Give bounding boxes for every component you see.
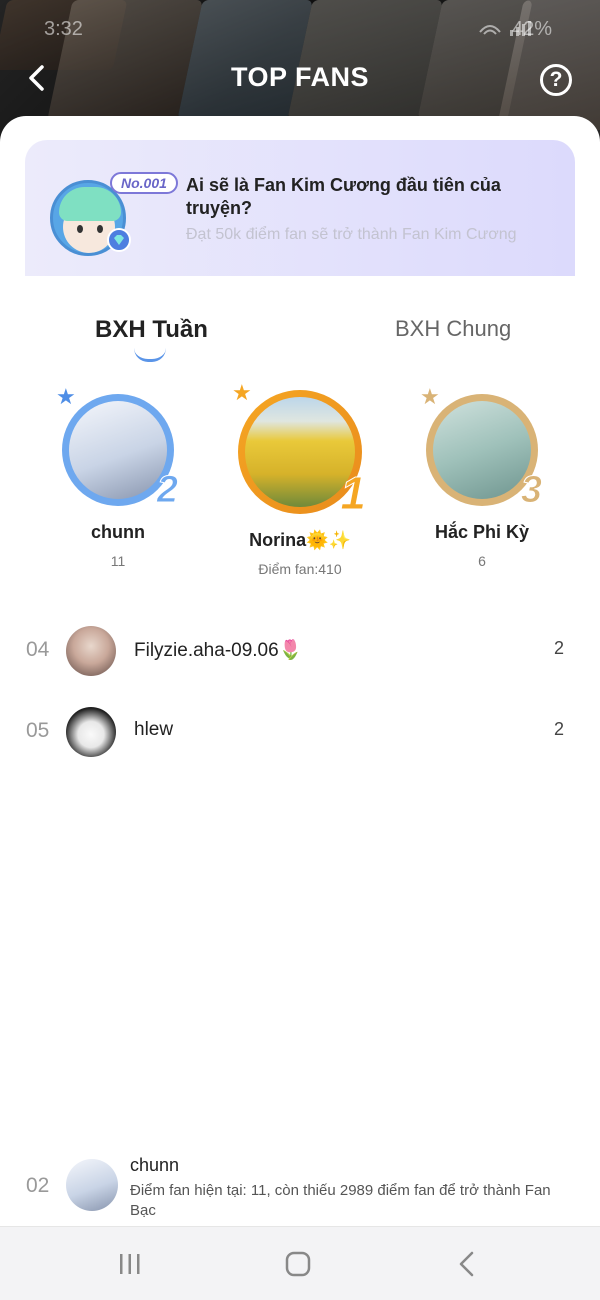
avatar-ring: ★ 3 (420, 384, 543, 512)
active-tab-indicator (134, 348, 166, 362)
rank-number: 2 (156, 469, 178, 512)
home-icon (285, 1251, 311, 1277)
system-navigation-bar (0, 1226, 600, 1300)
my-progress-text: Điểm fan hiện tại: 11, còn thiếu 2989 đi… (130, 1182, 551, 1219)
rank-number-badge: No.001 (110, 172, 178, 194)
podium-second-place[interactable]: ★ 2 chunn 11 (38, 384, 198, 569)
content-card: No.001 Ai sẽ là Fan Kim Cương đầu tiên c… (0, 116, 600, 1300)
avatar (66, 626, 116, 676)
promo-subtitle: Đạt 50k điểm fan sẽ trở thành Fan Kim Cư… (186, 226, 517, 243)
help-button[interactable]: ? (540, 64, 572, 96)
mascot-eye (97, 225, 103, 233)
tab-weekly-ranking[interactable]: BXH Tuần (95, 316, 208, 344)
podium-first-place[interactable]: ★ 1 Norina🌞✨ Điểm fan:410 (220, 380, 380, 577)
avatar-ring: ★ 2 (56, 384, 179, 512)
question-icon: ? (549, 68, 563, 91)
avatar (69, 401, 167, 499)
tab-overall-ranking[interactable]: BXH Chung (395, 316, 511, 342)
my-avatar (66, 1159, 118, 1211)
crown-icon: ★ (56, 384, 76, 409)
crown-icon: ★ (420, 384, 440, 409)
list-item[interactable]: 04 Filyzie.aha-09.06🌷 2 (0, 620, 600, 680)
fan-name: chunn (91, 522, 145, 542)
avatar-ring: ★ 1 (232, 380, 366, 520)
rank-number: 3 (520, 469, 542, 512)
fan-name: Filyzie.aha-09.06🌷 (134, 640, 303, 661)
fan-name: Norina🌞✨ (249, 530, 351, 550)
rank-number: 05 (26, 719, 50, 742)
fan-score: 2 (553, 719, 564, 739)
home-button[interactable] (278, 1247, 318, 1281)
avatar (66, 707, 116, 757)
fan-name: Hắc Phi Kỳ (434, 522, 530, 542)
back-icon (459, 1251, 474, 1277)
status-time: 3:32 (44, 18, 83, 40)
diamond-fan-banner[interactable]: No.001 Ai sẽ là Fan Kim Cương đầu tiên c… (25, 140, 575, 276)
podium-third-place[interactable]: ★ 3 Hắc Phi Kỳ 6 (402, 384, 562, 569)
promo-title: Ai sẽ là Fan Kim Cương đầu tiên của truy… (186, 175, 501, 218)
page-title: TOP FANS (230, 62, 370, 92)
fan-score: 2 (553, 638, 564, 658)
fan-score: Điểm fan:410 (258, 561, 342, 577)
fan-score: 11 (110, 553, 126, 569)
fan-score: 6 (478, 553, 486, 569)
avatar (245, 397, 355, 507)
my-rank-number: 02 (26, 1174, 50, 1197)
system-back-button[interactable] (446, 1247, 486, 1281)
avatar (433, 401, 531, 499)
mascot-hair (59, 187, 121, 221)
status-bar: 3:32 42% (0, 14, 600, 44)
mascot-eye (77, 225, 83, 233)
rank-number: 1 (340, 467, 367, 520)
recents-icon (120, 1254, 140, 1274)
my-name: chunn (130, 1155, 180, 1175)
recent-apps-button[interactable] (110, 1247, 150, 1281)
fan-name: hlew (134, 719, 174, 740)
diamond-badge-icon (107, 228, 131, 252)
rank-number: 04 (26, 638, 50, 661)
battery-level: 42% (511, 18, 552, 40)
list-item[interactable]: 05 hlew 2 (0, 701, 600, 761)
crown-icon: ★ (232, 380, 252, 405)
